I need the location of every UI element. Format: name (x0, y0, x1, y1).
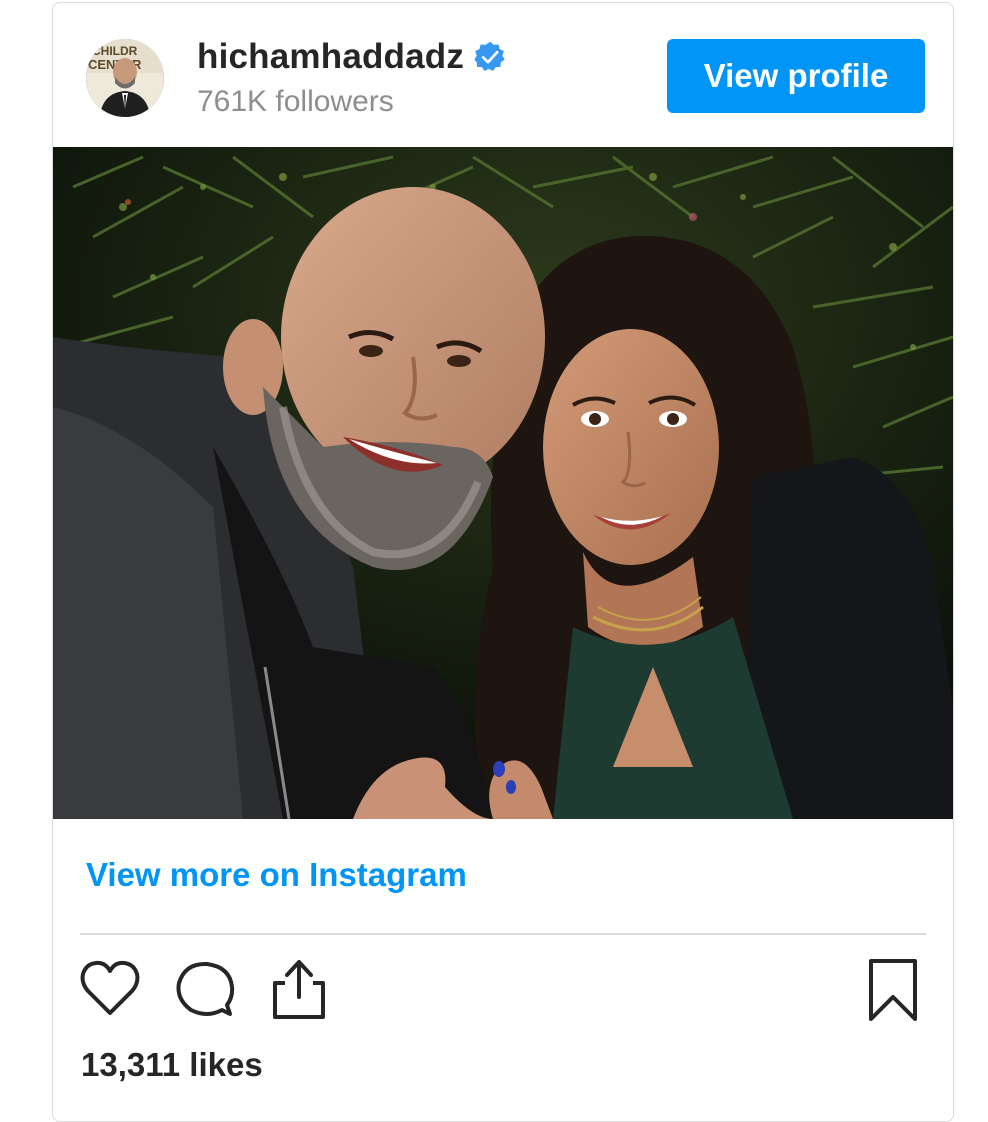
divider (80, 933, 926, 935)
post-header: CHILDR CENTER hichamhaddadz 761K followe… (53, 3, 953, 147)
profile-avatar[interactable]: CHILDR CENTER (86, 39, 164, 117)
view-profile-button[interactable]: View profile (667, 39, 925, 113)
bookmark-icon[interactable] (867, 957, 919, 1028)
follower-count: 761K followers (197, 85, 394, 118)
svg-text:CHILDR: CHILDR (92, 44, 138, 58)
share-icon[interactable] (269, 957, 329, 1026)
username[interactable]: hichamhaddadz (197, 37, 464, 77)
user-info: hichamhaddadz 761K followers (197, 37, 506, 119)
post-actions (53, 953, 953, 1033)
instagram-embed-card: CHILDR CENTER hichamhaddadz 761K followe… (52, 2, 954, 1122)
post-photo[interactable] (53, 147, 953, 819)
view-more-on-instagram-link[interactable]: View more on Instagram (86, 856, 467, 894)
comment-icon[interactable] (175, 959, 235, 1024)
likes-count: 13,311 likes (81, 1046, 263, 1083)
heart-icon[interactable] (79, 959, 141, 1022)
verified-badge-icon (474, 41, 506, 73)
